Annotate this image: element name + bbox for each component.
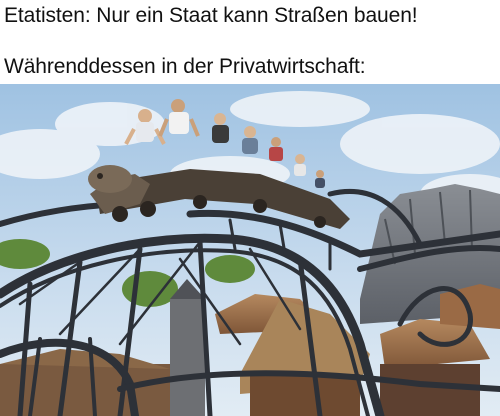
caption-top: Etatisten: Nur ein Staat kann Straßen ba…: [4, 4, 418, 27]
caption-bottom: Währenddessen in der Privatwirtschaft:: [4, 55, 366, 78]
roller-coaster-photo: [0, 84, 500, 416]
